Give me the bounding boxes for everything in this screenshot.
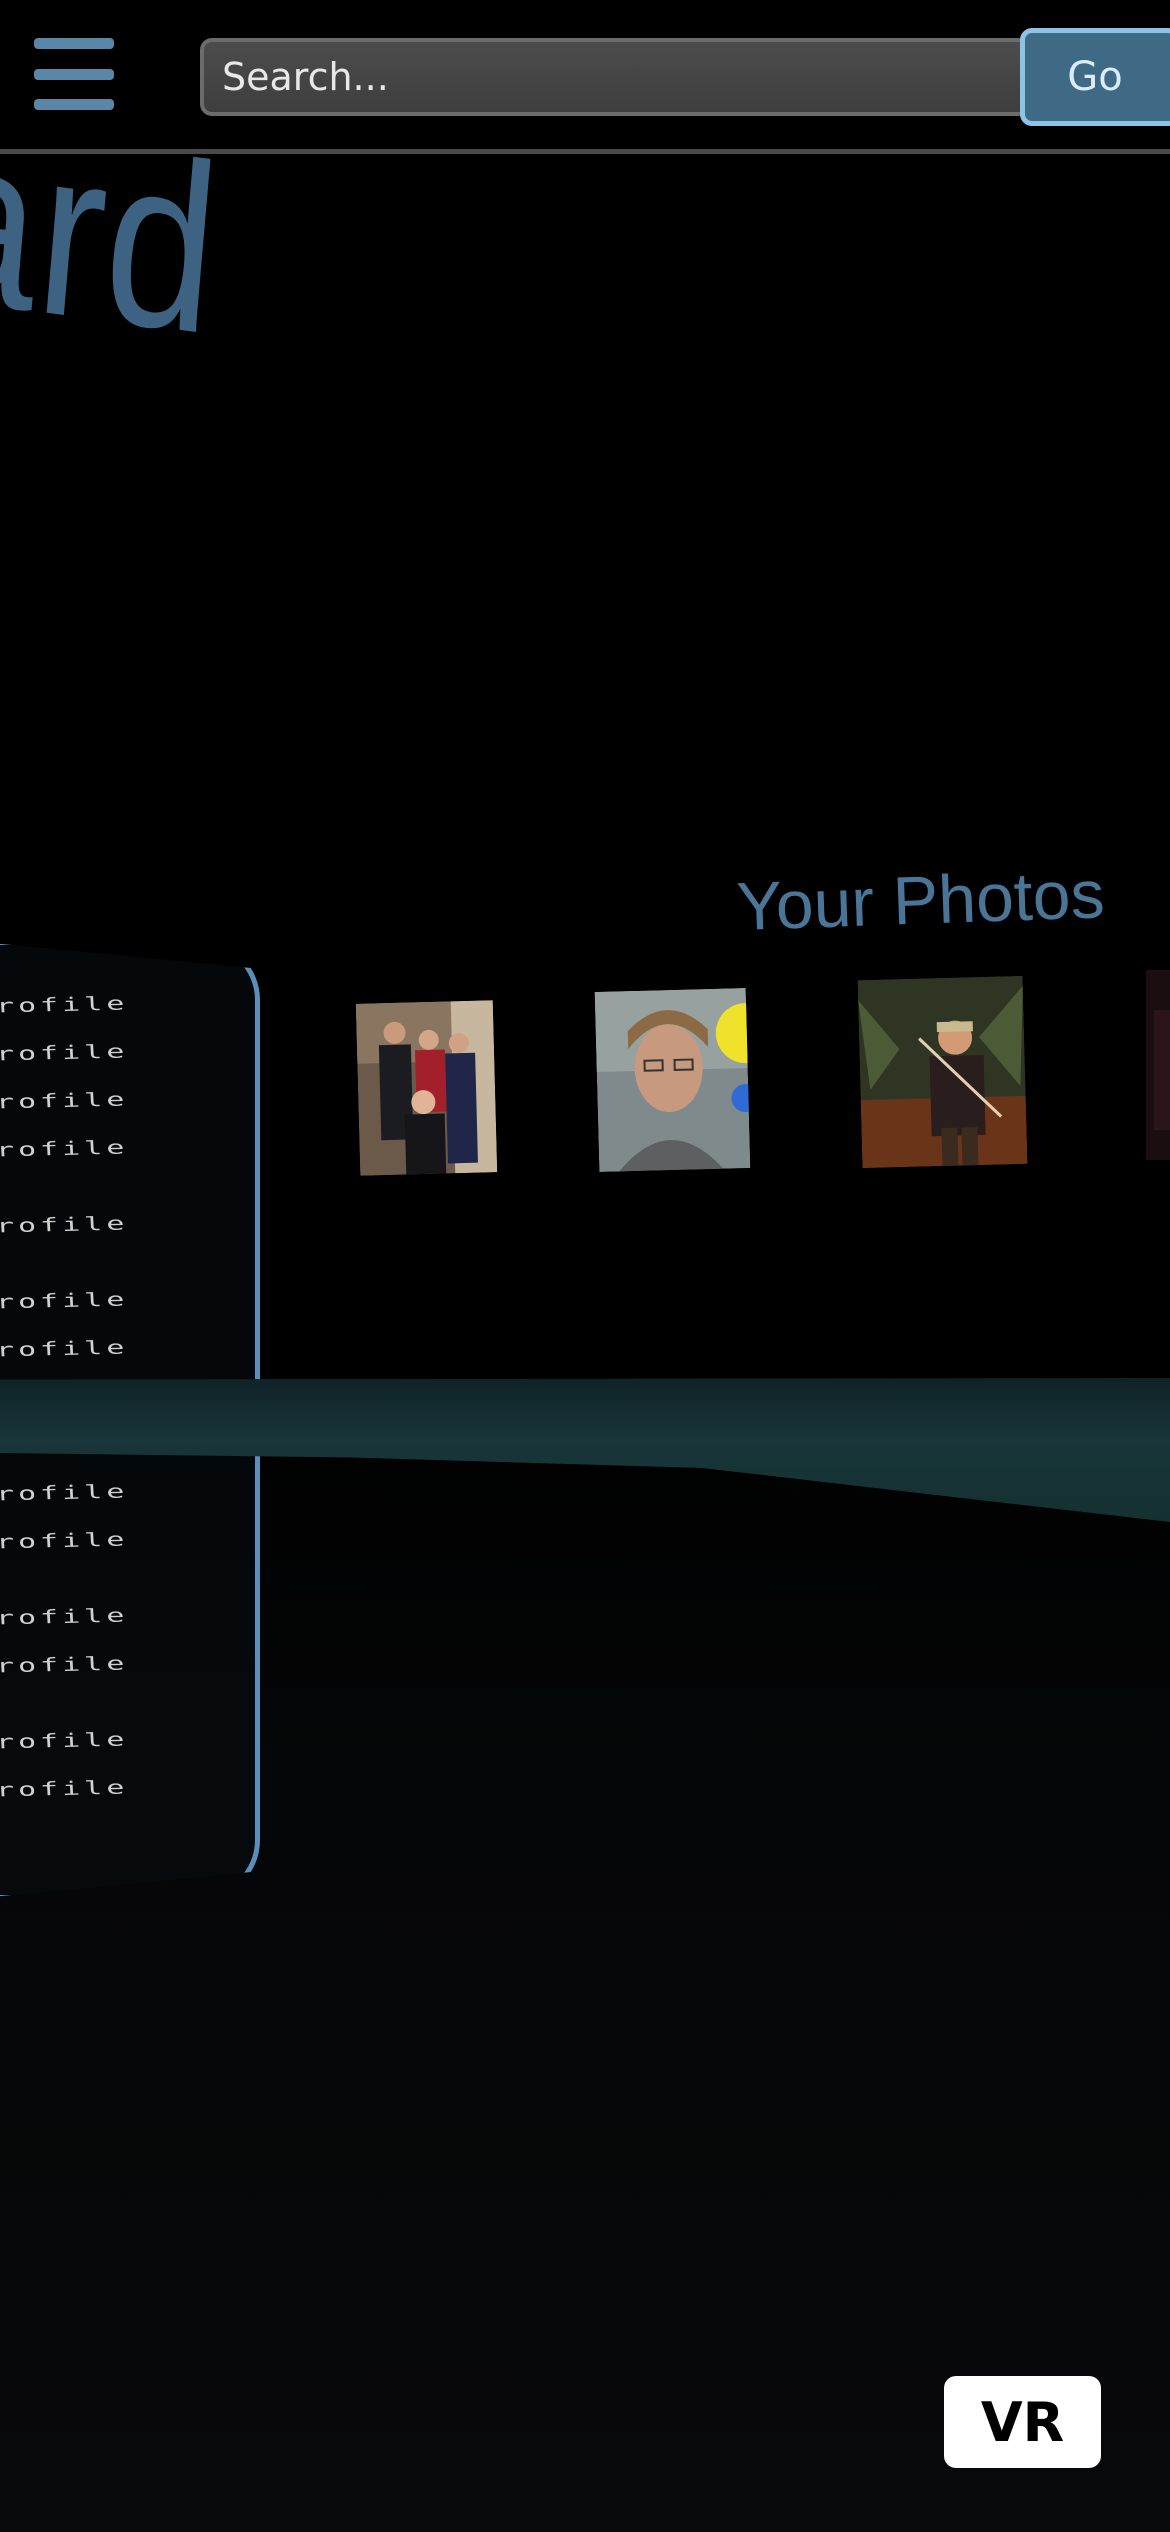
profile-list-item[interactable]: rofile [0, 993, 129, 1018]
profile-list-item[interactable]: rofile [0, 1289, 129, 1314]
profile-list-item[interactable]: rofile [0, 1137, 129, 1162]
dashboard-title-3d: ard [0, 81, 229, 385]
hamburger-menu-icon[interactable] [34, 38, 114, 110]
profile-list-item[interactable]: rofile [0, 1529, 129, 1554]
your-photos-heading: Your Photos [735, 856, 1106, 946]
photo-man-glasses[interactable] [594, 988, 751, 1172]
header-divider [0, 149, 1170, 154]
profile-list-item[interactable]: rofile [0, 1337, 129, 1362]
profile-list-item[interactable]: rofile [0, 1777, 129, 1802]
profile-list-item[interactable]: rofile [0, 1729, 129, 1754]
profile-list-item[interactable]: rofile [0, 1481, 129, 1506]
profile-list-item[interactable]: rofile [0, 1041, 129, 1066]
photo-man-fishing[interactable] [857, 975, 1028, 1169]
go-button[interactable]: Go [1020, 28, 1170, 126]
menu-bar-line [34, 38, 114, 49]
vr-scene: ard Go Your Photos rofile rofile rofile … [0, 0, 1170, 2532]
profile-list-item[interactable]: rofile [0, 1213, 129, 1238]
photo-group-formal[interactable] [355, 1000, 498, 1176]
photo-partial[interactable] [1146, 970, 1170, 1160]
profile-list-item[interactable]: rofile [0, 1653, 129, 1678]
profile-list-item[interactable]: rofile [0, 1089, 129, 1114]
vr-mode-button[interactable]: VR [944, 2376, 1101, 2468]
profile-list-item[interactable]: rofile [0, 1605, 129, 1630]
menu-bar-line [34, 99, 114, 110]
menu-bar-line [34, 68, 114, 80]
search-input[interactable] [200, 38, 1030, 116]
